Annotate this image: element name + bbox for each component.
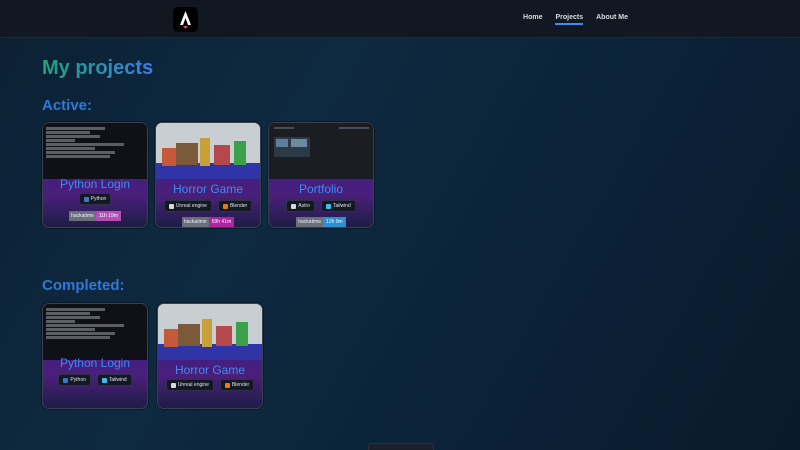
hackatime-badge: hackatime 12h 0m: [269, 217, 373, 227]
nav-about-link[interactable]: About Me: [596, 14, 628, 25]
project-title: Python Login: [59, 177, 131, 191]
main-nav: Home Projects About Me: [523, 14, 628, 25]
tech-badge: Astro: [286, 200, 315, 212]
tailwind-icon: [101, 377, 107, 383]
tech-badge: Tailwind: [96, 374, 132, 386]
blender-icon: [222, 203, 228, 209]
project-card-python-login[interactable]: Python Login Python hackatime 11h 19m: [42, 122, 148, 228]
bottom-dock[interactable]: [368, 443, 434, 450]
tech-badge: Unreal engine: [165, 379, 214, 391]
project-title: Portfolio: [298, 182, 344, 196]
tech-badge: Tailwind: [320, 200, 356, 212]
nav-home-link[interactable]: Home: [523, 14, 542, 25]
project-card-horror-game-completed[interactable]: Horror Game Unreal engine Blender: [157, 303, 263, 409]
astro-icon: [291, 203, 297, 209]
tech-badges: Python Tailwind: [43, 374, 147, 386]
python-icon: [83, 196, 89, 202]
project-thumbnail: [156, 123, 260, 179]
unreal-engine-icon: [168, 203, 174, 209]
nav-projects-link[interactable]: Projects: [555, 14, 584, 25]
active-section-title: Active:: [42, 97, 93, 114]
project-title: Horror Game: [172, 182, 243, 196]
project-card-portfolio[interactable]: Portfolio Astro Tailwind hackatime 12h 0…: [268, 122, 374, 228]
tech-badge: Python: [78, 193, 112, 205]
hackatime-badge: hackatime 59h 41m: [156, 217, 260, 227]
project-card-horror-game[interactable]: Horror Game Unreal engine Blender hackat…: [155, 122, 261, 228]
top-navbar: Home Projects About Me: [0, 0, 800, 38]
page-title: My projects: [42, 57, 154, 79]
hackatime-badge: hackatime 11h 19m: [43, 211, 147, 221]
blender-icon: [224, 382, 230, 388]
tech-badges: Unreal engine Blender: [158, 379, 262, 391]
python-icon: [63, 377, 69, 383]
tech-badge: Python: [58, 374, 91, 386]
project-thumbnail: [269, 123, 373, 179]
completed-section-title: Completed:: [42, 277, 125, 294]
project-thumbnail: [43, 123, 147, 179]
project-title: Horror Game: [174, 363, 245, 377]
tech-badge: Blender: [217, 200, 253, 212]
tech-badges: Astro Tailwind: [269, 200, 373, 212]
tech-badges: Python: [43, 193, 147, 205]
unreal-engine-icon: [170, 382, 176, 388]
tech-badges: Unreal engine Blender: [156, 200, 260, 212]
astro-logo-icon[interactable]: [173, 7, 198, 32]
project-card-python-login-completed[interactable]: Python Login Python Tailwind: [42, 303, 148, 409]
project-title: Python Login: [59, 356, 131, 370]
tailwind-icon: [325, 203, 331, 209]
tech-badge: Blender: [219, 379, 255, 391]
project-thumbnail: [158, 304, 262, 360]
project-thumbnail: [43, 304, 147, 360]
tech-badge: Unreal engine: [163, 200, 212, 212]
